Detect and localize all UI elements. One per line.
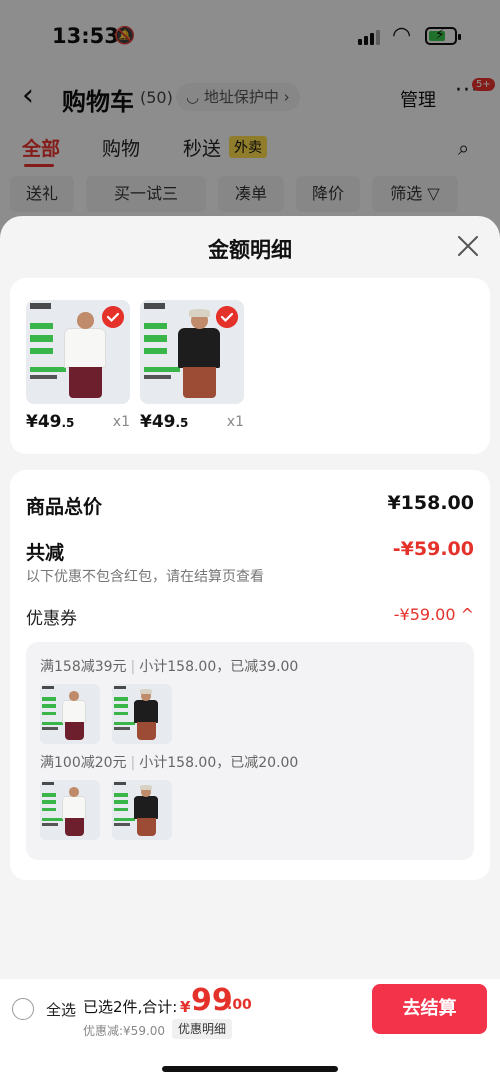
discount-amount: 优惠减:¥59.00 (83, 1024, 166, 1038)
product-list-card: ¥49.5 x1 ¥49.5 x1 (10, 278, 490, 454)
total-price-value: ¥158.00 (387, 492, 474, 514)
total-reduction-value: -¥59.00 (392, 538, 474, 560)
coupon-product-thumb (112, 780, 172, 840)
product-image (26, 300, 130, 404)
coupon-toggle[interactable]: -¥59.00 ^ (394, 605, 474, 624)
coupon-rule-line: 满100减20元 | 小计158.00，已减20.00 (40, 755, 299, 771)
total-reduction-label: 共减 (26, 542, 65, 564)
home-indicator (162, 1066, 338, 1072)
amount-detail-sheet: 金额明细 ¥49.5 x1 ¥49.5 x1 商品总价 ¥158.00 共减 -… (0, 216, 500, 979)
product-image (140, 300, 244, 404)
total-amount-decimal: .00 (227, 997, 252, 1013)
coupon-product-thumb (112, 684, 172, 744)
selected-summary: 已选2件,合计: (83, 998, 178, 1016)
select-all-radio[interactable] (12, 998, 34, 1020)
product-price: ¥49.5 (26, 412, 75, 432)
product-item[interactable]: ¥49.5 x1 (26, 300, 130, 432)
product-quantity: x1 (112, 414, 130, 430)
price-summary-card: 商品总价 ¥158.00 共减 -¥59.00 以下优惠不包含红包，请在结算页查… (10, 470, 490, 880)
checkmark-icon[interactable] (102, 306, 124, 328)
checkout-button[interactable]: 去结算 (372, 984, 487, 1034)
coupon-product-thumb (40, 684, 100, 744)
coupon-rule-line: 满158减39元 | 小计158.00，已减39.00 (40, 659, 299, 675)
product-quantity: x1 (226, 414, 244, 430)
select-all-label[interactable]: 全选 (46, 999, 76, 1020)
checkmark-icon[interactable] (216, 306, 238, 328)
close-icon[interactable] (456, 234, 480, 258)
discount-detail-button[interactable]: 优惠明细 (172, 1019, 233, 1039)
coupon-detail-box: 满158减39元 | 小计158.00，已减39.00 满100减20元 | 小计158… (26, 642, 474, 860)
sheet-title: 金额明细 (208, 238, 292, 262)
discount-note: 以下优惠不包含红包，请在结算页查看 (26, 569, 264, 585)
checkout-bar: 全选 已选2件,合计: ¥ 99 .00 优惠减:¥59.00 优惠明细 去结算 (0, 979, 500, 1083)
product-price: ¥49.5 (140, 412, 189, 432)
product-item[interactable]: ¥49.5 x1 (140, 300, 244, 432)
total-currency: ¥ (180, 998, 191, 1016)
coupon-label: 优惠券 (26, 609, 77, 629)
total-price-label: 商品总价 (26, 496, 103, 518)
coupon-product-thumb (40, 780, 100, 840)
